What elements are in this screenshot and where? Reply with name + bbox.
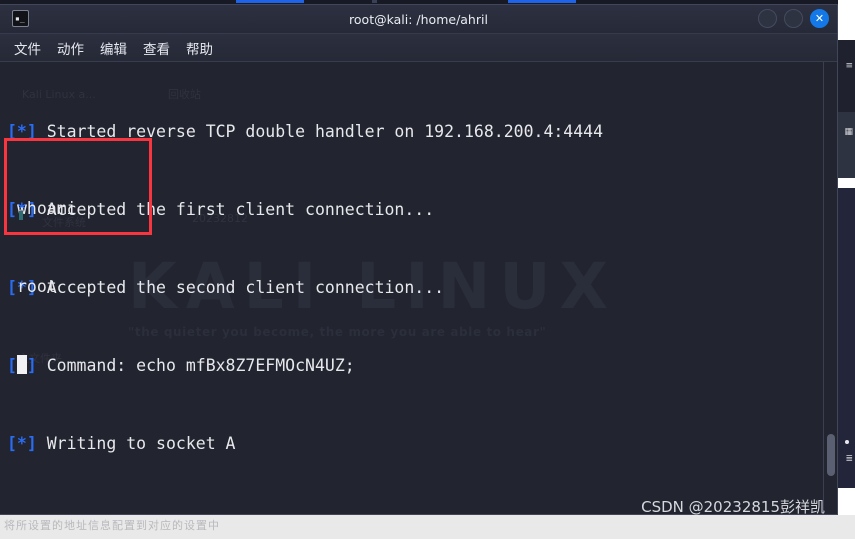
desktop-icon-sliver-2[interactable] xyxy=(838,112,855,178)
csdn-watermark: CSDN @20232815彭祥凯 xyxy=(641,498,825,516)
highlight-box: whoami root xyxy=(4,138,152,374)
maximize-button[interactable] xyxy=(784,9,803,28)
cursor-block xyxy=(17,355,27,374)
shell-output-line: root xyxy=(17,277,57,296)
cursor-tail-marker xyxy=(19,211,23,220)
scrollbar-thumb[interactable] xyxy=(827,434,835,476)
line-text: Writing to socket A xyxy=(36,434,236,453)
terminal-line: [*] Writing to socket A xyxy=(7,431,837,457)
menu-item-actions[interactable]: 动作 xyxy=(57,38,84,58)
desktop-right-column: ≡ ▦ ≣ xyxy=(838,0,855,539)
titlebar[interactable]: ▪_ root@kali: /home/ahril ✕ xyxy=(0,5,837,34)
desktop-icon-sliver-1[interactable] xyxy=(838,40,855,112)
desktop-icon-glyph-1: ≡ xyxy=(845,61,853,71)
shell-interaction: whoami root xyxy=(17,144,136,430)
terminal-window[interactable]: ▪_ root@kali: /home/ahril ✕ 文件 动作 编辑 查看 … xyxy=(0,4,838,515)
terminal-scrollbar[interactable] xyxy=(823,62,837,514)
taskbar-window-indicator-3[interactable] xyxy=(508,0,576,3)
taskbar-window-indicator-2[interactable] xyxy=(372,0,377,3)
line-prefix: [*] xyxy=(7,512,37,514)
desktop-icon-glyph-2: ▦ xyxy=(844,127,853,137)
line-prefix: [*] xyxy=(7,434,37,453)
menubar[interactable]: 文件 动作 编辑 查看 帮助 xyxy=(0,34,837,62)
close-button[interactable]: ✕ xyxy=(810,9,829,28)
page-bottom-strip: 将所设置的地址信息配置到对应的设置中 xyxy=(0,515,855,539)
terminal-body[interactable]: KALI LINUX "the quieter you become, the … xyxy=(0,62,837,514)
window-title: root@kali: /home/ahril xyxy=(349,11,488,27)
bottom-strip-text: 将所设置的地址信息配置到对应的设置中 xyxy=(4,519,220,532)
shell-command-line: whoami xyxy=(17,199,77,218)
window-controls[interactable]: ✕ xyxy=(758,9,829,28)
terminal-icon: ▪_ xyxy=(12,10,29,27)
menu-item-view[interactable]: 查看 xyxy=(143,38,170,58)
shell-cursor-line xyxy=(17,352,136,378)
menu-item-help[interactable]: 帮助 xyxy=(186,38,213,58)
desktop-icon-glyph-3: ≣ xyxy=(845,454,853,464)
taskbar-window-indicator-1[interactable] xyxy=(236,0,304,3)
line-text: Writing to socket B xyxy=(37,512,236,514)
desktop-icon-dot xyxy=(845,440,849,444)
minimize-button[interactable] xyxy=(758,9,777,28)
menu-item-file[interactable]: 文件 xyxy=(14,38,41,58)
menu-item-edit[interactable]: 编辑 xyxy=(100,38,127,58)
screen: ≡ ▦ ≣ ▪_ root@kali: /home/ahril ✕ 文件 动作 … xyxy=(0,0,855,539)
